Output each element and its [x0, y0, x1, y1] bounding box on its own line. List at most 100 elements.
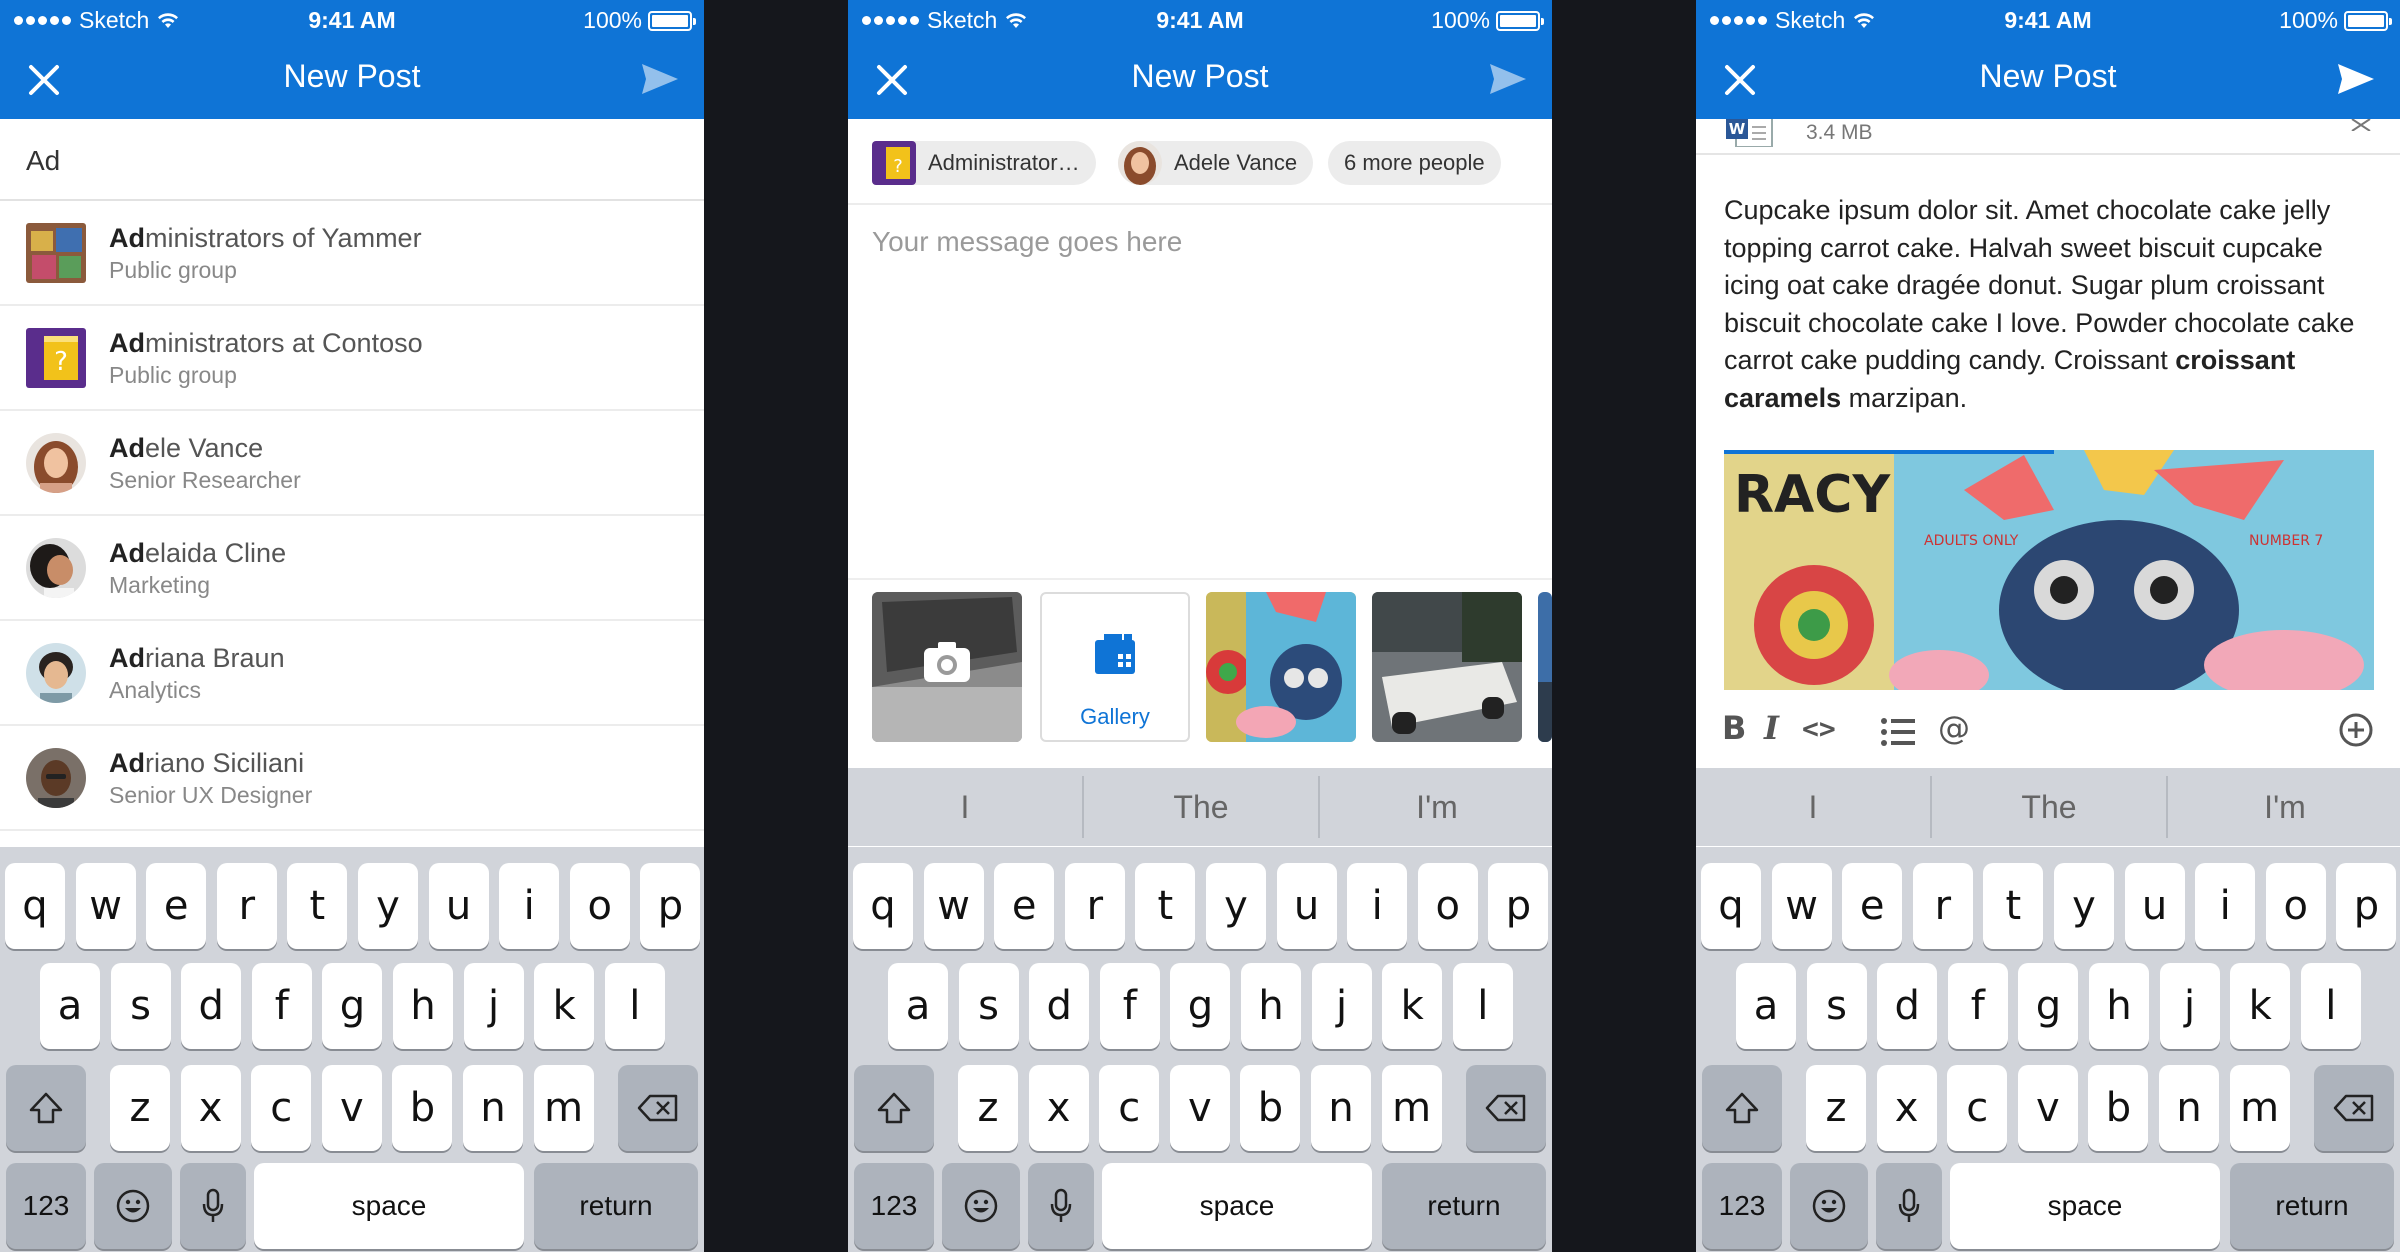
backspace-key[interactable] — [1466, 1065, 1546, 1151]
key-k[interactable]: k — [534, 963, 595, 1049]
space-key[interactable]: space — [254, 1163, 524, 1249]
key-g[interactable]: g — [2018, 963, 2079, 1049]
key-k[interactable]: k — [1382, 963, 1443, 1049]
send-icon[interactable] — [640, 62, 680, 96]
key-n[interactable]: n — [2159, 1065, 2219, 1151]
key-e[interactable]: e — [146, 863, 207, 949]
italic-button[interactable]: I — [1764, 708, 1779, 748]
key-h[interactable]: h — [1241, 963, 1301, 1049]
key-b[interactable]: b — [2088, 1065, 2149, 1151]
key-z[interactable]: z — [958, 1065, 1018, 1151]
return-key[interactable]: return — [1382, 1163, 1546, 1249]
key-r[interactable]: r — [1912, 863, 1973, 949]
suggestion-word[interactable]: I — [848, 768, 1082, 846]
numbers-key[interactable]: 123 — [1702, 1163, 1782, 1249]
key-t[interactable]: t — [287, 863, 348, 949]
list-item[interactable]: Adriano Siciliani Senior UX Designer — [0, 726, 704, 831]
suggestion-word[interactable]: I — [1696, 768, 1930, 846]
backspace-key[interactable] — [618, 1065, 698, 1151]
photo-thumbnail[interactable] — [1372, 592, 1522, 742]
key-a[interactable]: a — [888, 963, 948, 1049]
photo-thumbnail[interactable] — [1206, 592, 1356, 742]
numbers-key[interactable]: 123 — [6, 1163, 86, 1249]
list-item[interactable]: Adele Vance Senior Researcher — [0, 411, 704, 516]
key-c[interactable]: c — [251, 1065, 312, 1151]
key-m[interactable]: m — [2229, 1065, 2290, 1151]
key-h[interactable]: h — [2089, 963, 2149, 1049]
key-v[interactable]: v — [2017, 1065, 2078, 1151]
key-y[interactable]: y — [1206, 863, 1266, 949]
mention-button[interactable]: @ — [1938, 708, 1970, 748]
suggestion-word[interactable]: The — [1932, 768, 2166, 846]
remove-attachment-icon[interactable] — [2350, 119, 2372, 131]
message-body[interactable]: Cupcake ipsum dolor sit. Amet chocolate … — [1724, 192, 2374, 417]
space-key[interactable]: space — [1950, 1163, 2220, 1249]
key-v[interactable]: v — [321, 1065, 382, 1151]
key-q[interactable]: q — [853, 863, 913, 949]
key-k[interactable]: k — [2230, 963, 2291, 1049]
key-s[interactable]: s — [110, 963, 171, 1049]
key-x[interactable]: x — [180, 1065, 241, 1151]
camera-button[interactable] — [872, 592, 1022, 742]
suggestion-word[interactable]: I'm — [2168, 768, 2400, 846]
space-key[interactable]: space — [1102, 1163, 1372, 1249]
suggestion-word[interactable]: I'm — [1320, 768, 1552, 846]
key-y[interactable]: y — [358, 863, 418, 949]
list-item[interactable]: Adriana Braun Analytics — [0, 621, 704, 726]
key-n[interactable]: n — [463, 1065, 523, 1151]
key-m[interactable]: m — [533, 1065, 594, 1151]
key-a[interactable]: a — [1736, 963, 1796, 1049]
dictation-key[interactable] — [1876, 1163, 1942, 1249]
key-e[interactable]: e — [994, 863, 1055, 949]
key-q[interactable]: q — [1701, 863, 1761, 949]
key-q[interactable]: q — [5, 863, 65, 949]
dictation-key[interactable] — [180, 1163, 246, 1249]
key-f[interactable]: f — [251, 963, 312, 1049]
key-h[interactable]: h — [393, 963, 453, 1049]
key-c[interactable]: c — [1099, 1065, 1160, 1151]
key-j[interactable]: j — [2159, 963, 2220, 1049]
key-c[interactable]: c — [1947, 1065, 2008, 1151]
return-key[interactable]: return — [2230, 1163, 2394, 1249]
key-y[interactable]: y — [2054, 863, 2114, 949]
key-p[interactable]: p — [2336, 863, 2397, 949]
message-input[interactable] — [872, 226, 1532, 506]
add-icon[interactable] — [2338, 710, 2374, 750]
key-x[interactable]: x — [1876, 1065, 1937, 1151]
key-z[interactable]: z — [1806, 1065, 1866, 1151]
key-j[interactable]: j — [463, 963, 524, 1049]
shift-key[interactable] — [6, 1065, 86, 1151]
key-w[interactable]: w — [1771, 863, 1832, 949]
key-z[interactable]: z — [110, 1065, 170, 1151]
key-i[interactable]: i — [499, 863, 560, 949]
key-t[interactable]: t — [1135, 863, 1196, 949]
key-x[interactable]: x — [1028, 1065, 1089, 1151]
dictation-key[interactable] — [1028, 1163, 1094, 1249]
key-a[interactable]: a — [40, 963, 100, 1049]
key-b[interactable]: b — [392, 1065, 453, 1151]
key-d[interactable]: d — [1029, 963, 1090, 1049]
key-l[interactable]: l — [604, 963, 665, 1049]
key-b[interactable]: b — [1240, 1065, 1301, 1151]
send-icon[interactable] — [2336, 62, 2376, 96]
list-item[interactable]: Adelaida Cline Marketing — [0, 516, 704, 621]
key-m[interactable]: m — [1381, 1065, 1442, 1151]
mention-search-input[interactable] — [26, 141, 666, 181]
emoji-key[interactable] — [942, 1163, 1020, 1249]
key-j[interactable]: j — [1311, 963, 1372, 1049]
key-u[interactable]: u — [1276, 863, 1337, 949]
return-key[interactable]: return — [534, 1163, 698, 1249]
key-g[interactable]: g — [322, 963, 383, 1049]
attached-image[interactable]: RACY ADULTS ONLY NUMBER 7 — [1724, 450, 2374, 690]
recipient-chip[interactable]: Adele Vance — [1118, 141, 1314, 185]
photo-thumbnail[interactable] — [1538, 592, 1552, 742]
key-u[interactable]: u — [428, 863, 489, 949]
key-d[interactable]: d — [181, 963, 242, 1049]
key-r[interactable]: r — [216, 863, 277, 949]
list-item[interactable]: ? Administrators at Contoso Public group — [0, 306, 704, 411]
code-button[interactable]: <> — [1802, 708, 1836, 748]
key-o[interactable]: o — [2265, 863, 2326, 949]
key-f[interactable]: f — [1947, 963, 2008, 1049]
key-s[interactable]: s — [1806, 963, 1867, 1049]
key-u[interactable]: u — [2124, 863, 2185, 949]
